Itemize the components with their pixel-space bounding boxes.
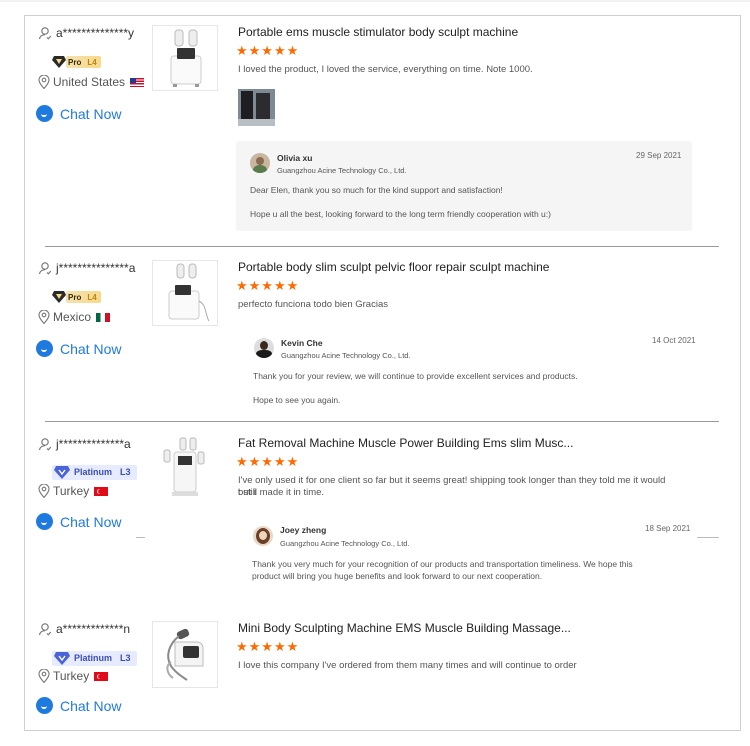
- user-icon: [38, 262, 52, 275]
- seller-avatar: [253, 526, 273, 546]
- product-thumbnail[interactable]: [152, 436, 218, 502]
- seller-name: Joey zheng: [280, 525, 327, 535]
- seller-name: Kevin Che: [281, 338, 323, 348]
- chat-now-button[interactable]: Chat Now: [36, 340, 121, 357]
- badge-label: Platinum: [74, 467, 113, 477]
- review-text: I loved the product, I loved the service…: [238, 64, 533, 75]
- top-divider: [0, 0, 750, 2]
- product-title-link[interactable]: Mini Body Sculpting Machine EMS Muscle B…: [238, 621, 571, 635]
- rating-stars: ★★★★★: [236, 43, 300, 58]
- diamond-icon: [52, 291, 66, 303]
- reviewer-location: United States: [38, 75, 145, 89]
- chat-bubble-icon: [36, 513, 53, 530]
- chat-bubble-icon: [36, 105, 53, 122]
- member-badge: Platinum L3: [52, 650, 137, 666]
- location-pin-icon: [38, 484, 50, 498]
- mini-sculpting-machine-image: [166, 628, 204, 681]
- location-pin-icon: [38, 310, 50, 324]
- reviewer-name: j**************a: [38, 436, 131, 452]
- reply-text-line: Thank you for your review, we will conti…: [253, 371, 578, 381]
- review-item: a*************n Platinum L3 Turkey Chat N…: [0, 621, 750, 721]
- divider-mark: [136, 537, 145, 538]
- review-divider: [45, 246, 719, 247]
- review-item: j***************a Pro L4 Mexico Chat Now …: [0, 260, 750, 420]
- product-title-link[interactable]: Portable body slim sculpt pelvic floor r…: [238, 260, 549, 274]
- reply-text-line: Dear Elen, thank you so much for the kin…: [250, 185, 503, 195]
- seller-reply: Joey zheng Guangzhou Acine Technology Co…: [240, 518, 698, 586]
- seller-company: Guangzhou Acine Technology Co., Ltd.: [281, 351, 411, 360]
- reply-text-line: Hope u all the best, looking forward to …: [250, 209, 551, 219]
- badge-label: Pro: [68, 57, 82, 67]
- review-item: j**************a Platinum L3 Turkey Chat …: [0, 436, 750, 606]
- product-thumbnail[interactable]: [152, 260, 218, 326]
- rating-stars: ★★★★★: [236, 278, 300, 293]
- reviewer-location: Turkey: [38, 669, 109, 683]
- badge-level: L3: [120, 653, 131, 663]
- product-thumbnail[interactable]: [152, 621, 218, 688]
- seller-name: Olivia xu: [277, 153, 313, 163]
- user-icon: [38, 438, 52, 451]
- platinum-diamond-icon: [54, 465, 70, 479]
- rating-stars: ★★★★★: [236, 639, 300, 654]
- seller-company: Guangzhou Acine Technology Co., Ltd.: [280, 539, 410, 548]
- review-item: a**************y Pro L4 United States Cha…: [0, 25, 750, 245]
- us-flag-icon: [130, 77, 145, 87]
- member-badge: Pro L4: [52, 290, 101, 304]
- badge-label: Pro: [68, 292, 82, 302]
- product-title-link[interactable]: Portable ems muscle stimulator body scul…: [238, 25, 518, 39]
- diamond-icon: [52, 56, 66, 68]
- reviewer-location: Turkey: [38, 484, 109, 498]
- chat-now-button[interactable]: Chat Now: [36, 697, 121, 714]
- badge-level: L4: [87, 57, 97, 67]
- reviewer-location: Mexico: [38, 310, 111, 324]
- location-pin-icon: [38, 669, 50, 683]
- mx-flag-icon: [96, 312, 111, 322]
- review-photo[interactable]: [238, 89, 275, 126]
- platinum-diamond-icon: [54, 651, 70, 665]
- divider-mark: [697, 537, 719, 538]
- review-text: t still made it in time.: [238, 487, 325, 498]
- review-text: perfecto funciona todo bien Gracias: [238, 299, 388, 310]
- chat-now-button[interactable]: Chat Now: [36, 105, 121, 122]
- location-pin-icon: [38, 75, 50, 89]
- reply-text-line: product will bring you huge benefits and…: [252, 571, 543, 581]
- tr-flag-icon: [94, 486, 109, 496]
- reply-text-line: Hope to see you again.: [253, 395, 341, 405]
- review-text: I love this company I've ordered from th…: [238, 660, 577, 671]
- reply-text-line: Thank you very much for your recognition…: [252, 559, 633, 569]
- reply-date: 29 Sep 2021: [636, 151, 682, 160]
- reply-date: 14 Oct 2021: [652, 336, 696, 345]
- chat-now-button[interactable]: Chat Now: [36, 513, 121, 530]
- rating-stars: ★★★★★: [236, 454, 300, 469]
- reply-date: 18 Sep 2021: [645, 524, 691, 533]
- review-divider: [45, 421, 719, 422]
- badge-label: Platinum: [74, 653, 113, 663]
- seller-avatar: [250, 153, 270, 173]
- seller-reply: Kevin Che Guangzhou Acine Technology Co.…: [240, 330, 702, 410]
- ems-machine-image: [170, 29, 202, 87]
- badge-level: L3: [120, 467, 131, 477]
- reviewer-name: a**************y: [38, 25, 134, 41]
- user-icon: [38, 623, 52, 636]
- member-badge: Platinum L3: [52, 464, 137, 480]
- seller-company: Guangzhou Acine Technology Co., Ltd.: [277, 166, 407, 175]
- seller-reply: Olivia xu Guangzhou Acine Technology Co.…: [236, 141, 692, 231]
- reviewer-name: a*************n: [38, 621, 130, 637]
- product-thumbnail[interactable]: [152, 25, 218, 91]
- chat-bubble-icon: [36, 340, 53, 357]
- tr-flag-icon: [94, 671, 109, 681]
- user-icon: [38, 27, 52, 40]
- product-title-link[interactable]: Fat Removal Machine Muscle Power Buildin…: [238, 436, 573, 450]
- sculpt-machine-image: [168, 263, 210, 322]
- reviewer-name: j***************a: [38, 260, 135, 276]
- fat-removal-machine-image: [163, 437, 205, 496]
- seller-avatar: [254, 338, 274, 358]
- member-badge: Pro L4: [52, 55, 101, 69]
- badge-level: L4: [87, 292, 97, 302]
- chat-bubble-icon: [36, 697, 53, 714]
